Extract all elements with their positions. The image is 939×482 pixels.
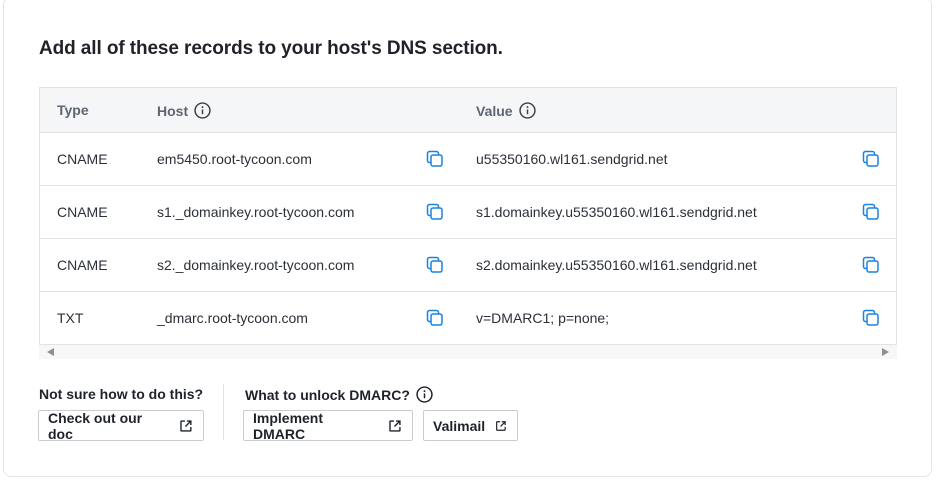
valimail-label: Valimail	[433, 417, 486, 434]
implement-dmarc-label: Implement DMARC	[253, 409, 324, 442]
table-row: CNAME s1._domainkey.root-tycoon.com s1.d…	[40, 186, 896, 239]
info-icon[interactable]	[518, 102, 536, 119]
record-type: CNAME	[57, 151, 108, 167]
table-header: Type Host Value	[40, 88, 896, 133]
check-out-doc-label: Check out our doc	[48, 409, 143, 442]
table-row: CNAME s2._domainkey.root-tycoon.com s2.d…	[40, 239, 896, 292]
record-value: u55350160.wl161.sendgrid.net	[476, 151, 668, 167]
record-type: TXT	[57, 310, 84, 326]
scroll-right-arrow-icon[interactable]	[882, 348, 889, 356]
column-header-value-label: Value	[476, 102, 513, 119]
dns-records-table: Type Host Value CNAME em5450.root-tycoon…	[39, 87, 897, 345]
dmarc-question-label: What to unlock DMARC?	[245, 386, 433, 403]
column-header-value: Value	[476, 102, 536, 119]
table-row: TXT _dmarc.root-tycoon.com v=DMARC1; p=n…	[40, 292, 896, 345]
external-link-icon	[180, 419, 192, 432]
implement-dmarc-button[interactable]: Implement DMARC	[243, 409, 413, 442]
record-host: s1._domainkey.root-tycoon.com	[157, 204, 355, 220]
doc-question-label: Not sure how to do this?	[39, 386, 203, 402]
copy-host-icon[interactable]	[426, 309, 444, 327]
page-title: Add all of these records to your host's …	[39, 38, 503, 59]
column-header-type: Type	[57, 102, 89, 118]
record-host: _dmarc.root-tycoon.com	[157, 310, 308, 326]
record-type: CNAME	[57, 257, 108, 273]
copy-value-icon[interactable]	[862, 150, 880, 168]
record-type: CNAME	[57, 204, 108, 220]
info-icon[interactable]	[194, 102, 211, 119]
doc-question-text: Not sure how to do this?	[39, 386, 204, 402]
record-host: s2._domainkey.root-tycoon.com	[157, 257, 355, 273]
external-link-icon	[496, 420, 506, 431]
dmarc-question-text: What to unlock DMARC?	[245, 386, 410, 403]
record-value: s2.domainkey.u55350160.wl161.sendgrid.ne…	[476, 257, 757, 273]
vertical-divider	[223, 384, 224, 440]
column-header-type-label: Type	[57, 102, 89, 118]
record-host: em5450.root-tycoon.com	[157, 151, 312, 167]
valimail-button[interactable]: Valimail	[423, 410, 518, 441]
copy-value-icon[interactable]	[862, 203, 880, 221]
copy-value-icon[interactable]	[862, 256, 880, 274]
table-row: CNAME em5450.root-tycoon.com u55350160.w…	[40, 133, 896, 186]
copy-value-icon[interactable]	[862, 309, 880, 327]
column-header-host: Host	[157, 102, 211, 119]
info-icon[interactable]	[416, 386, 433, 403]
horizontal-scrollbar[interactable]	[39, 345, 897, 359]
column-header-host-label: Host	[157, 102, 189, 119]
record-value: s1.domainkey.u55350160.wl161.sendgrid.ne…	[476, 204, 757, 220]
copy-host-icon[interactable]	[426, 256, 444, 274]
record-value: v=DMARC1; p=none;	[476, 310, 610, 326]
check-out-doc-button[interactable]: Check out our doc	[38, 409, 204, 442]
copy-host-icon[interactable]	[426, 150, 444, 168]
scroll-left-arrow-icon[interactable]	[47, 348, 54, 356]
external-link-icon	[389, 419, 401, 432]
copy-host-icon[interactable]	[426, 203, 444, 221]
